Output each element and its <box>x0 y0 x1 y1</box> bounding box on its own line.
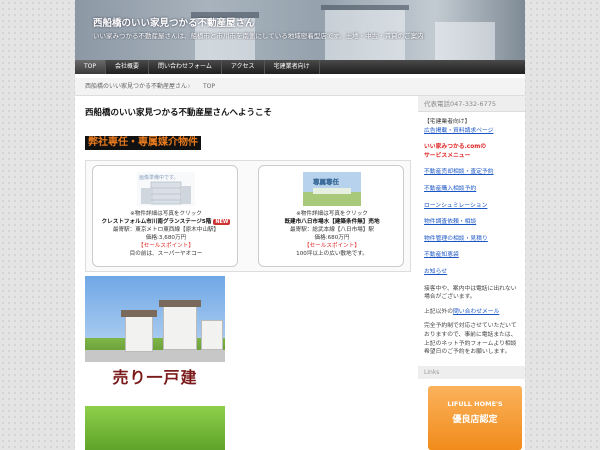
card-station-1: 最寄駅：東京メトロ東西線【原木中山駅】 <box>112 227 220 233</box>
sidebar-link-knowledge[interactable]: 不動産知恵袋 <box>424 251 522 260</box>
property-card-1: 画像準備中です。 ※物件詳細は写真をクリック クレストフォルム市川南グランステー… <box>92 165 238 267</box>
section-title: 弊社専任・専属媒介物件 <box>85 136 201 150</box>
card-price-1: 価格:3,680万円 <box>145 235 187 241</box>
property-cards: 画像準備中です。 ※物件詳細は写真をクリック クレストフォルム市川南グランステー… <box>85 160 411 272</box>
sidebar-service-heading: いい家みつかる.comの <box>424 144 487 151</box>
house-shape <box>125 316 153 352</box>
card-price-2: 価格:680万円 <box>314 235 350 241</box>
banner-label: 売り一戸建 <box>112 368 198 387</box>
sidebar-note-1: 接客中や、案内中は電話に出れない場合がございます。 <box>424 285 517 301</box>
breadcrumb-current: TOP <box>203 83 216 90</box>
breadcrumb-home[interactable]: 西船橋のいい家見つかる不動産屋さん <box>85 78 187 96</box>
sidebar-link-news[interactable]: お知らせ <box>424 268 522 277</box>
nav-item-top[interactable]: TOP <box>75 60 107 74</box>
sidebar-link-ad-request[interactable]: 広告掲載・資料請求ページ <box>424 127 522 136</box>
photo-caption-1: 画像準備中です。 <box>139 174 179 181</box>
sidebar-link-purchase-consult[interactable]: 不動産購入相談予約 <box>424 185 522 194</box>
building-photo-1[interactable]: 画像準備中です。 <box>137 172 195 206</box>
sidebar-link-mail[interactable]: 問い合わせメール <box>453 309 499 315</box>
sidebar-agents-label: 【宅建業者向け】 <box>424 119 471 125</box>
breadcrumb: 西船橋のいい家見つかる不動産屋さん › TOP <box>75 78 525 96</box>
new-badge: NEW <box>213 219 231 225</box>
sidebar: 代表電話047-332-6775 【宅建業者向け】 広告掲載・資料請求ページ い… <box>418 96 525 450</box>
site-header: 西船橋のいい家見つかる不動産屋さん いい家みつかる不動産屋さんは、船橋市と市川市… <box>75 0 525 60</box>
card-note-1: ※物件詳細は写真をクリック <box>130 211 202 217</box>
for-sale-house-banner[interactable]: 売り一戸建 <box>85 276 225 391</box>
banner-road <box>85 350 225 362</box>
nav-item-contact-form[interactable]: 問い合わせフォーム <box>149 60 222 74</box>
sidebar-link-sale-consult[interactable]: 不動産売却相談・査定予約 <box>424 168 522 177</box>
sidebar-service-menu: サービスメニュー <box>424 152 471 159</box>
main-nav: TOP 会社概要 問い合わせフォーム アクセス 宅建業者向け <box>75 60 525 74</box>
site-description: いい家みつかる不動産屋さんは、船橋市と市川市を南側にしている地域密着型店です。土… <box>93 32 424 40</box>
page-wrapper: 西船橋のいい家見つかる不動産屋さん いい家みつかる不動産屋さんは、船橋市と市川市… <box>75 0 525 450</box>
land-photo-2[interactable]: 専属専任 <box>303 172 361 206</box>
land-banner[interactable] <box>85 406 225 450</box>
card-name-text-1[interactable]: クレストフォルム市川南グランステージ5階 <box>102 219 212 225</box>
nav-item-access[interactable]: アクセス <box>222 60 265 74</box>
sidebar-link-management[interactable]: 物件管理の相談・見積り <box>424 235 522 244</box>
nav-item-company[interactable]: 会社概要 <box>106 60 150 74</box>
card-text-2: ※物件詳細は写真をクリック 既建市八日市場水【建築条件無】売地 最寄駅：総武本線… <box>259 210 405 258</box>
homes-certified-banner[interactable]: LIFULL HOME'S 優良店認定 <box>428 386 522 450</box>
sidebar-note-2-pre: 上記以外の <box>424 308 453 315</box>
sidebar-note-2: 上記以外の問い合わせメール <box>424 308 522 317</box>
main-content: 西船橋のいい家見つかる不動産屋さんへようこそ 弊社専任・専属媒介物件 画像準備中… <box>85 106 415 450</box>
sidebar-note-3: 完全予約制で対応させていただいておりますので、事前に電話または、上記のネット予約… <box>424 323 517 356</box>
sidebar-body: 【宅建業者向け】 広告掲載・資料請求ページ いい家みつかる.comの サービスメ… <box>424 118 522 357</box>
house-shape <box>163 306 197 350</box>
roof-shape <box>121 310 157 317</box>
roof-shape <box>159 300 201 307</box>
homes-brand: LIFULL HOME'S <box>447 400 503 408</box>
page-title: 西船橋のいい家見つかる不動産屋さんへようこそ <box>85 108 273 118</box>
homes-cert: 優良店認定 <box>452 414 498 425</box>
property-card-2: 専属専任 ※物件詳細は写真をクリック 既建市八日市場水【建築条件無】売地 最寄駅… <box>258 165 404 267</box>
sidebar-link-loan-sim[interactable]: ローンシュミレーション <box>424 202 522 211</box>
card-text-1: ※物件詳細は写真をクリック クレストフォルム市川南グランステージ5階 NEW 最… <box>93 210 239 258</box>
nav-item-agents[interactable]: 宅建業者向け <box>265 60 320 74</box>
card-note-2: ※物件詳細は写真をクリック <box>296 211 368 217</box>
sidebar-link-survey[interactable]: 物件調査依頼・相談 <box>424 218 522 227</box>
card-name-2[interactable]: 既建市八日市場水【建築条件無】売地 <box>259 218 405 226</box>
sidebar-phone-head: 代表電話047-332-6775 <box>418 96 525 112</box>
site-title[interactable]: 西船橋のいい家見つかる不動産屋さん <box>93 15 255 29</box>
card-point-label-1: 【セールスポイント】 <box>138 243 194 249</box>
links-head: Links <box>418 366 525 379</box>
card-point-text-1: 目の前は、スーパーヤオコー <box>129 251 203 257</box>
card-name-1[interactable]: クレストフォルム市川南グランステージ5階 NEW <box>93 218 239 226</box>
card-station-2: 最寄駅：総武本線【八日市場】駅 <box>290 227 374 233</box>
house-shape <box>201 320 223 350</box>
card-point-text-2: 100坪以上の広い敷地です。 <box>296 251 368 257</box>
chevron-right-icon: › <box>187 81 191 92</box>
card-point-label-2: 【セールスポイント】 <box>304 243 360 249</box>
photo-caption-2: 専属専任 <box>313 177 340 186</box>
